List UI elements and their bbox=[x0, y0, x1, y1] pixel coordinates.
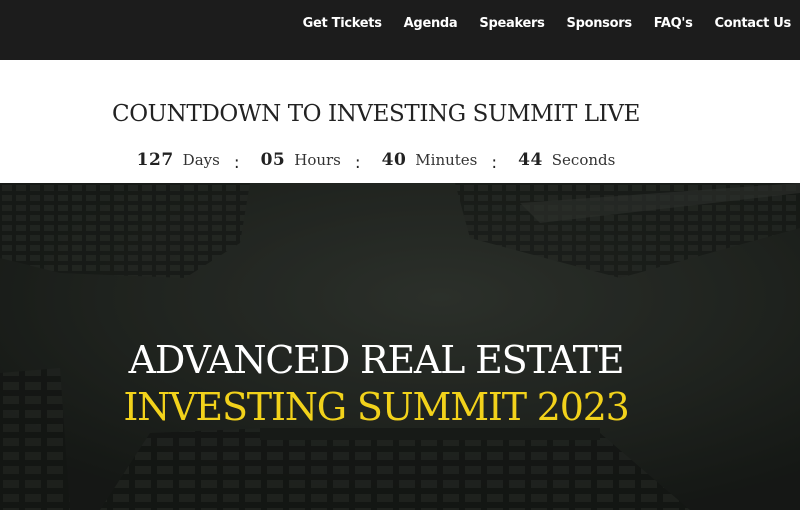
countdown-seconds-label: Seconds bbox=[551, 151, 616, 169]
nav-link-agenda[interactable]: Agenda bbox=[404, 16, 458, 31]
hero-title: ADVANCED REAL ESTATE INVESTING SUMMIT 20… bbox=[0, 337, 752, 431]
countdown-minutes-label: Minutes bbox=[415, 151, 478, 169]
countdown-separator: : bbox=[354, 153, 361, 173]
countdown-seconds-value: 44 bbox=[518, 150, 543, 170]
countdown-hours-label: Hours bbox=[294, 151, 341, 169]
countdown-section: COUNTDOWN TO INVESTING SUMMIT LIVE 127 D… bbox=[0, 60, 800, 183]
countdown-separator: : bbox=[233, 153, 240, 173]
countdown-minutes-value: 40 bbox=[381, 150, 407, 170]
countdown-days-value: 127 bbox=[136, 150, 174, 170]
countdown-timer: 127 Days : 05 Hours : 40 Minutes : 44 Se… bbox=[0, 150, 752, 180]
nav-link-faqs[interactable]: FAQ's bbox=[654, 16, 693, 31]
main-nav: Get Tickets Agenda Speakers Sponsors FAQ… bbox=[303, 0, 792, 46]
countdown-separator: : bbox=[491, 153, 498, 173]
top-navbar: Get Tickets Agenda Speakers Sponsors FAQ… bbox=[0, 0, 800, 60]
hero-section: ADVANCED REAL ESTATE INVESTING SUMMIT 20… bbox=[0, 183, 800, 510]
hero-title-line2: INVESTING SUMMIT 2023 bbox=[123, 385, 630, 429]
nav-link-contact-us[interactable]: Contact Us bbox=[715, 16, 792, 31]
nav-link-sponsors[interactable]: Sponsors bbox=[567, 16, 633, 31]
nav-link-get-tickets[interactable]: Get Tickets bbox=[303, 16, 382, 31]
countdown-days-label: Days bbox=[182, 151, 220, 169]
countdown-hours-value: 05 bbox=[260, 150, 286, 170]
nav-link-speakers[interactable]: Speakers bbox=[479, 16, 544, 31]
hero-title-line1: ADVANCED REAL ESTATE bbox=[128, 338, 625, 382]
countdown-title: COUNTDOWN TO INVESTING SUMMIT LIVE bbox=[112, 101, 640, 127]
